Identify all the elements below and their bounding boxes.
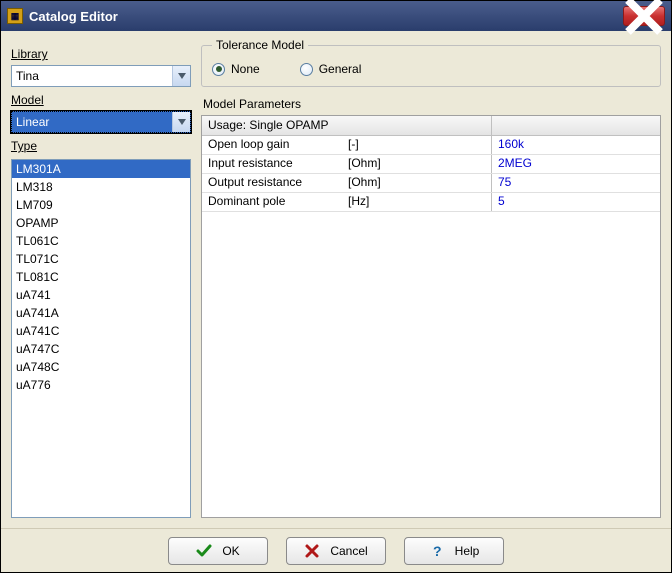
table-row[interactable]: Input resistance[Ohm] 2MEG	[202, 155, 660, 174]
param-name: Input resistance	[208, 156, 348, 172]
button-label: OK	[222, 544, 239, 558]
cross-icon	[304, 543, 320, 559]
model-label: Model	[11, 93, 191, 107]
ok-button[interactable]: OK	[168, 537, 268, 565]
cancel-button[interactable]: Cancel	[286, 537, 386, 565]
library-select[interactable]: Tina	[11, 65, 191, 87]
model-select-value: Linear	[16, 115, 49, 129]
type-listbox[interactable]: LM301ALM318LM709OPAMPTL061CTL071CTL081Cu…	[11, 159, 191, 518]
title-bar: ▦ Catalog Editor	[1, 1, 671, 31]
library-label: Library	[11, 47, 191, 61]
parameters-table[interactable]: Usage: Single OPAMP Open loop gain[-] 160…	[201, 115, 661, 518]
list-item[interactable]: uA741A	[12, 304, 190, 322]
table-header-value	[492, 116, 660, 135]
param-name: Output resistance	[208, 175, 348, 191]
radio-label: General	[319, 62, 362, 76]
button-label: Help	[455, 544, 480, 558]
table-row[interactable]: Open loop gain[-] 160k	[202, 136, 660, 155]
param-unit: [Ohm]	[348, 175, 381, 191]
dropdown-arrow-icon	[172, 112, 190, 132]
svg-text:?: ?	[433, 543, 442, 559]
table-row[interactable]: Output resistance[Ohm] 75	[202, 174, 660, 193]
app-icon: ▦	[7, 8, 23, 24]
tolerance-groupbox: Tolerance Model None General	[201, 45, 661, 87]
button-bar: OK Cancel ? Help	[1, 528, 671, 572]
table-header: Usage: Single OPAMP	[202, 116, 660, 136]
list-item[interactable]: uA741C	[12, 322, 190, 340]
tolerance-legend: Tolerance Model	[212, 38, 308, 52]
close-button[interactable]	[623, 6, 665, 26]
list-item[interactable]: uA748C	[12, 358, 190, 376]
param-value[interactable]: 2MEG	[492, 155, 660, 173]
radio-icon	[212, 63, 225, 76]
library-select-value: Tina	[16, 69, 39, 83]
param-unit: [Ohm]	[348, 156, 381, 172]
list-item[interactable]: TL071C	[12, 250, 190, 268]
param-value[interactable]: 5	[492, 193, 660, 211]
list-item[interactable]: LM709	[12, 196, 190, 214]
table-header-usage: Usage: Single OPAMP	[202, 116, 492, 135]
window-title: Catalog Editor	[29, 9, 623, 24]
button-label: Cancel	[330, 544, 367, 558]
list-item[interactable]: TL061C	[12, 232, 190, 250]
help-button[interactable]: ? Help	[404, 537, 504, 565]
param-unit: [Hz]	[348, 194, 369, 210]
tolerance-none-radio[interactable]: None	[212, 62, 260, 76]
check-icon	[196, 543, 212, 559]
close-icon	[624, 0, 664, 36]
radio-icon	[300, 63, 313, 76]
right-column: Tolerance Model None General Model Param…	[201, 41, 661, 518]
left-column: Library Tina Model Linear Type LM301ALM3…	[11, 41, 191, 518]
dropdown-arrow-icon	[172, 66, 190, 86]
list-item[interactable]: uA747C	[12, 340, 190, 358]
model-parameters-label: Model Parameters	[203, 97, 661, 111]
param-name: Dominant pole	[208, 194, 348, 210]
list-item[interactable]: LM301A	[12, 160, 190, 178]
param-value[interactable]: 75	[492, 174, 660, 192]
tolerance-general-radio[interactable]: General	[300, 62, 362, 76]
param-name: Open loop gain	[208, 137, 348, 153]
list-item[interactable]: uA741	[12, 286, 190, 304]
list-item[interactable]: TL081C	[12, 268, 190, 286]
question-icon: ?	[429, 543, 445, 559]
list-item[interactable]: LM318	[12, 178, 190, 196]
list-item[interactable]: OPAMP	[12, 214, 190, 232]
param-value[interactable]: 160k	[492, 136, 660, 154]
radio-label: None	[231, 62, 260, 76]
dialog-content: Library Tina Model Linear Type LM301ALM3…	[1, 31, 671, 528]
type-label: Type	[11, 139, 191, 153]
table-row[interactable]: Dominant pole[Hz] 5	[202, 193, 660, 212]
list-item[interactable]: uA776	[12, 376, 190, 394]
param-unit: [-]	[348, 137, 359, 153]
model-select[interactable]: Linear	[11, 111, 191, 133]
